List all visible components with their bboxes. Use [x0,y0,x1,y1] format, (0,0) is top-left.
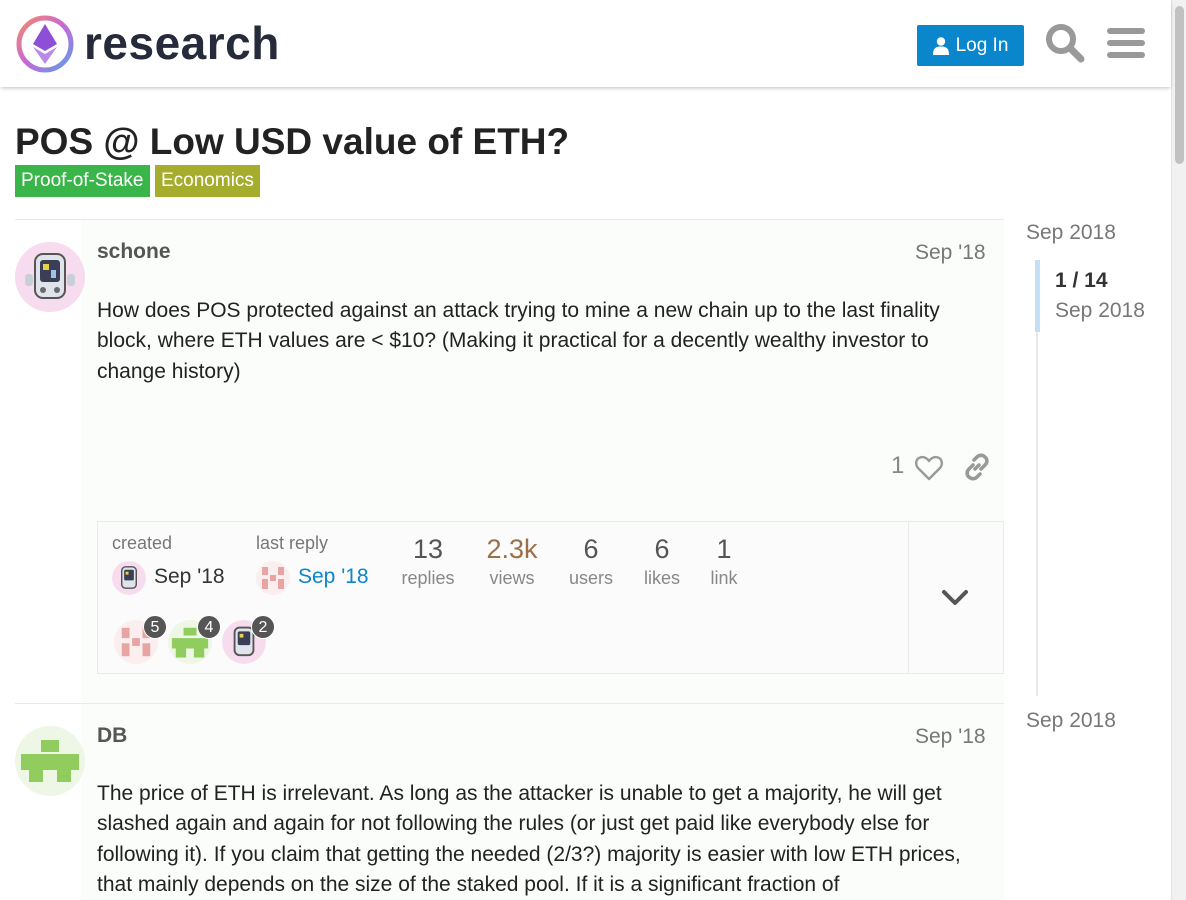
avatar-last-reply[interactable] [256,561,290,595]
expand-topic-map-button[interactable] [930,580,980,616]
search-button[interactable] [1042,20,1088,66]
users-count: 6 [583,534,599,564]
timeline-position: 1 / 14 [1055,269,1108,292]
avatar-schone[interactable] [15,242,85,312]
participant-post-count: 5 [143,615,167,639]
replies-count: 13 [412,534,444,564]
timeline-start-date[interactable]: Sep 2018 [1026,221,1116,245]
log-in-label: Log In [955,34,1009,56]
created-label: created [112,533,173,553]
created-date: Sep '18 [154,565,225,588]
tag-proof-of-stake[interactable]: Proof-of-Stake [15,165,150,197]
avatar-created-by[interactable] [112,561,146,595]
participant-post-count: 4 [197,615,221,639]
users-label: users [568,568,613,588]
post-author-name[interactable]: DB [97,724,127,748]
post-content: How does POS protected against an attack… [97,299,940,383]
post-date[interactable]: Sep '18 [915,725,986,749]
site-name[interactable]: research [84,17,280,69]
views-label: views [489,568,535,588]
search-icon [1046,24,1085,63]
green-identicon-icon [15,726,85,796]
topic-title[interactable]: POS @ Low USD value of ETH? [15,120,569,164]
post-content: The price of ETH is irrelevant. As long … [97,782,961,897]
tag-economics[interactable]: Economics [155,165,260,197]
hamburger-menu-icon [1107,28,1145,58]
site-logo-icon[interactable] [15,14,75,74]
share-link-button[interactable] [962,452,992,482]
last-reply-date[interactable]: Sep '18 [298,565,369,589]
replies-label: replies [401,568,455,588]
user-icon [932,36,949,55]
links-label[interactable]: link [689,568,759,589]
post-date[interactable]: Sep '18 [915,241,986,265]
links-count[interactable]: 1 [694,534,754,565]
link-icon [965,453,989,481]
avatar-db[interactable] [15,726,85,796]
robot-avatar-icon [15,242,85,312]
topic-map-divider [908,522,909,673]
heart-icon [915,455,943,481]
robot-avatar-icon [112,561,146,595]
scrollbar-thumb[interactable] [1175,6,1184,164]
timeline-handle[interactable] [1035,260,1040,332]
menu-button[interactable] [1103,20,1149,66]
log-in-button[interactable]: Log In [917,25,1024,66]
site-header: research Log In [0,0,1171,87]
timeline-position-date: Sep 2018 [1055,299,1145,322]
like-count[interactable]: 1 [891,452,904,480]
like-button[interactable] [914,453,944,483]
last-reply-label: last reply [256,533,329,553]
timeline-end-date[interactable]: Sep 2018 [1026,709,1116,733]
participant-post-count: 2 [251,615,275,639]
post-author-name[interactable]: schone [97,240,171,264]
chevron-down-icon [942,590,968,605]
views-count: 2.3k [486,534,538,564]
likes-label: likes [643,568,680,588]
page-scrollbar[interactable] [1171,0,1186,900]
pink-identicon-icon [256,561,290,595]
likes-count: 6 [654,534,670,564]
